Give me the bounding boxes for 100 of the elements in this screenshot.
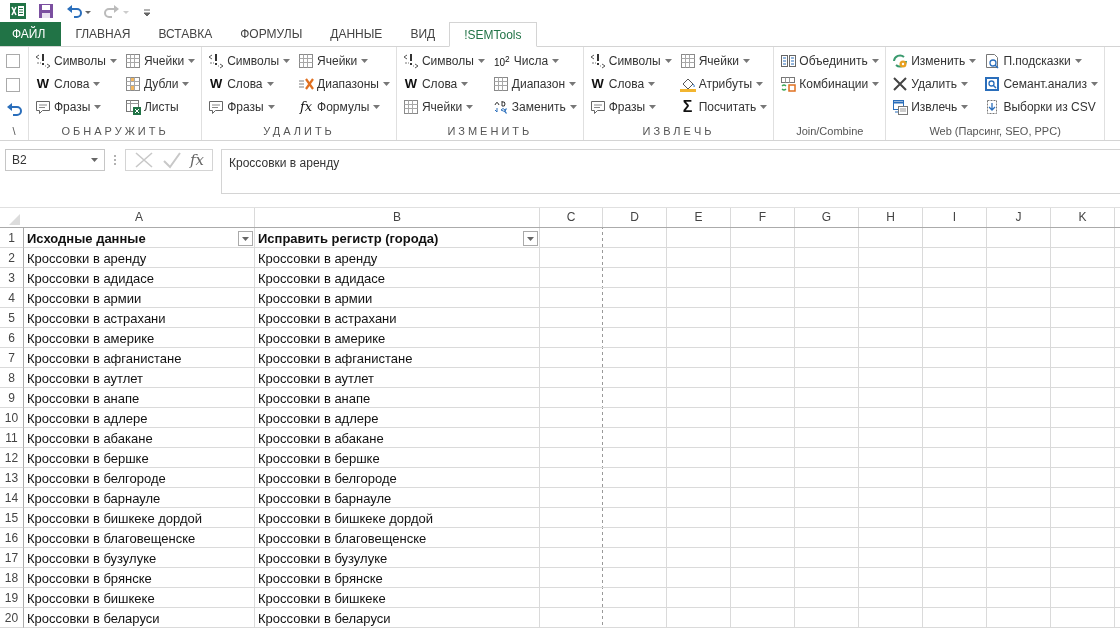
column-header[interactable]: G	[795, 208, 859, 227]
ribbon-tab[interactable]: ВСТАВКА	[144, 22, 227, 46]
row-header[interactable]: 20	[0, 608, 24, 628]
column-header[interactable]: J	[987, 208, 1051, 227]
ribbon-tab[interactable]: ФОРМУЛЫ	[226, 22, 317, 46]
ribbon-button[interactable]: Диапазоны	[298, 74, 390, 94]
undo-icon[interactable]	[6, 101, 22, 117]
filter-button[interactable]	[238, 230, 253, 246]
table-cell: Кроссовки в беларуси	[27, 610, 160, 626]
ribbon-button[interactable]: Фразы	[208, 97, 291, 117]
table-cell: Кроссовки в америке	[258, 330, 386, 346]
table-cell: Кроссовки в адлере	[258, 410, 379, 426]
ribbon-tab[interactable]: ГЛАВНАЯ	[61, 22, 145, 46]
ribbon-button[interactable]: Фразы	[589, 97, 672, 117]
ribbon-tab[interactable]: ВИД	[396, 22, 450, 46]
ribbon-button[interactable]: Σ Посчитать	[679, 97, 768, 117]
column-header[interactable]: B	[255, 208, 540, 227]
file-tab[interactable]: ФАЙЛ	[0, 22, 62, 46]
table-cell: Кроссовки в аренду	[258, 250, 378, 266]
checkbox[interactable]	[6, 54, 20, 68]
ribbon-button[interactable]: Ячейки	[679, 51, 768, 71]
table-cell: Кроссовки в брянске	[258, 570, 383, 586]
ribbon-button[interactable]: Ячейки	[402, 97, 485, 117]
table-cell: Кроссовки в бершке	[27, 450, 149, 466]
checkbox[interactable]	[6, 78, 20, 92]
column-header[interactable]: C	[540, 208, 603, 227]
ribbon-button[interactable]: W Слова	[589, 74, 672, 94]
ribbon-button[interactable]: Заменить	[492, 97, 577, 117]
ribbon-button[interactable]: Диапазон	[492, 74, 577, 94]
ribbon-button[interactable]: Фразы	[35, 97, 117, 117]
bold-w-icon: W	[402, 76, 419, 92]
table-cell: Исправить регистр (города)	[258, 230, 439, 246]
spreadsheet-app-icon[interactable]	[10, 3, 26, 19]
table-cell: Кроссовки в бишкеке	[258, 590, 386, 606]
ribbon-button[interactable]: Изменить	[892, 51, 977, 71]
table-cell: Кроссовки в абакане	[27, 430, 153, 446]
save-icon[interactable]	[38, 3, 54, 19]
group-label: \	[11, 124, 17, 139]
column-header[interactable]: K	[1051, 208, 1115, 227]
symbols-icon	[402, 53, 419, 69]
column-header[interactable]: A	[24, 208, 255, 227]
table-arrows-icon	[780, 76, 797, 92]
column-header[interactable]: D	[603, 208, 667, 227]
ribbon-button[interactable]: Листы	[124, 97, 196, 117]
ribbon-button[interactable]: Ячейки	[124, 51, 196, 71]
table-cell: Кроссовки в бишкеке дордой	[258, 510, 434, 526]
name-box[interactable]: B2	[5, 149, 105, 171]
table-cell: Кроссовки в астрахани	[27, 310, 166, 326]
cross-icon	[892, 76, 909, 92]
ribbon-button[interactable]: Ячейки	[298, 51, 390, 71]
filter-button[interactable]	[523, 230, 538, 246]
table-cell: Кроссовки в белгороде	[258, 470, 397, 486]
ribbon-button[interactable]: Семант.анализ	[984, 74, 1098, 94]
column-header[interactable]: I	[923, 208, 987, 227]
group-label: Web (Парсинг, SEO, PPC)	[928, 124, 1062, 139]
table-cell: Кроссовки в анапе	[258, 390, 371, 406]
ribbon-button[interactable]: П.подсказки	[984, 51, 1098, 71]
ribbon-button[interactable]: Атрибуты	[679, 74, 768, 94]
ribbon-button[interactable]: W Слова	[208, 74, 291, 94]
column-header[interactable]: E	[667, 208, 731, 227]
column-header[interactable]: F	[731, 208, 795, 227]
table-cell: Кроссовки в белгороде	[27, 470, 166, 486]
table-cell: Кроссовки в благовещенске	[258, 530, 427, 546]
formula-field[interactable]: Кроссовки в аренду	[221, 149, 1120, 194]
ribbon-button[interactable]: 10$^{2}$ Числа	[492, 51, 577, 71]
symbols-icon	[589, 53, 606, 69]
ribbon-button[interactable]: Выборки из CSV	[984, 97, 1098, 117]
column-header[interactable]: H	[859, 208, 923, 227]
insert-function-button[interactable]: fx	[190, 151, 204, 169]
ribbon-button[interactable]: fx Формулы	[298, 97, 390, 117]
check-icon[interactable]	[162, 151, 182, 169]
table-cell: Кроссовки в адлере	[27, 410, 148, 426]
replace-icon	[492, 99, 509, 115]
table-cell: Кроссовки в барнауле	[27, 490, 161, 506]
table-cell: Кроссовки в армии	[27, 290, 142, 306]
ribbon-button[interactable]: Извлечь	[892, 97, 977, 117]
ribbon-button[interactable]: W Слова	[35, 74, 117, 94]
ribbon-button[interactable]: Символы	[35, 51, 117, 71]
grid-icon	[124, 53, 141, 69]
ribbon-button[interactable]: Дубли	[124, 74, 196, 94]
magnifier-page-icon	[984, 53, 1001, 69]
ribbon-button[interactable]: Символы	[208, 51, 291, 71]
table-cell: Кроссовки в бузулуке	[27, 550, 157, 566]
book-search-icon	[984, 76, 1001, 92]
ribbon-tab[interactable]: !SEMTools	[449, 22, 537, 47]
undo-icon[interactable]	[66, 3, 92, 19]
ribbon-tab[interactable]: ДАННЫЕ	[316, 22, 397, 46]
ribbon-button[interactable]: Комбинации	[780, 74, 880, 94]
ribbon-button[interactable]: Символы	[402, 51, 485, 71]
caret-icon	[91, 158, 98, 162]
bold-w-icon: W	[35, 76, 51, 92]
grid-icon	[298, 53, 315, 69]
grip-icon[interactable]	[113, 153, 117, 167]
ribbon-button[interactable]: Символы	[589, 51, 672, 71]
symbols-icon	[208, 53, 225, 69]
ribbon-button[interactable]: W Слова	[402, 74, 485, 94]
table-cell: Кроссовки в бершке	[258, 450, 380, 466]
ribbon-button[interactable]: Объединить	[780, 51, 880, 71]
ribbon-button[interactable]: Удалить	[892, 74, 977, 94]
table-cell: Кроссовки в благовещенске	[27, 530, 196, 546]
